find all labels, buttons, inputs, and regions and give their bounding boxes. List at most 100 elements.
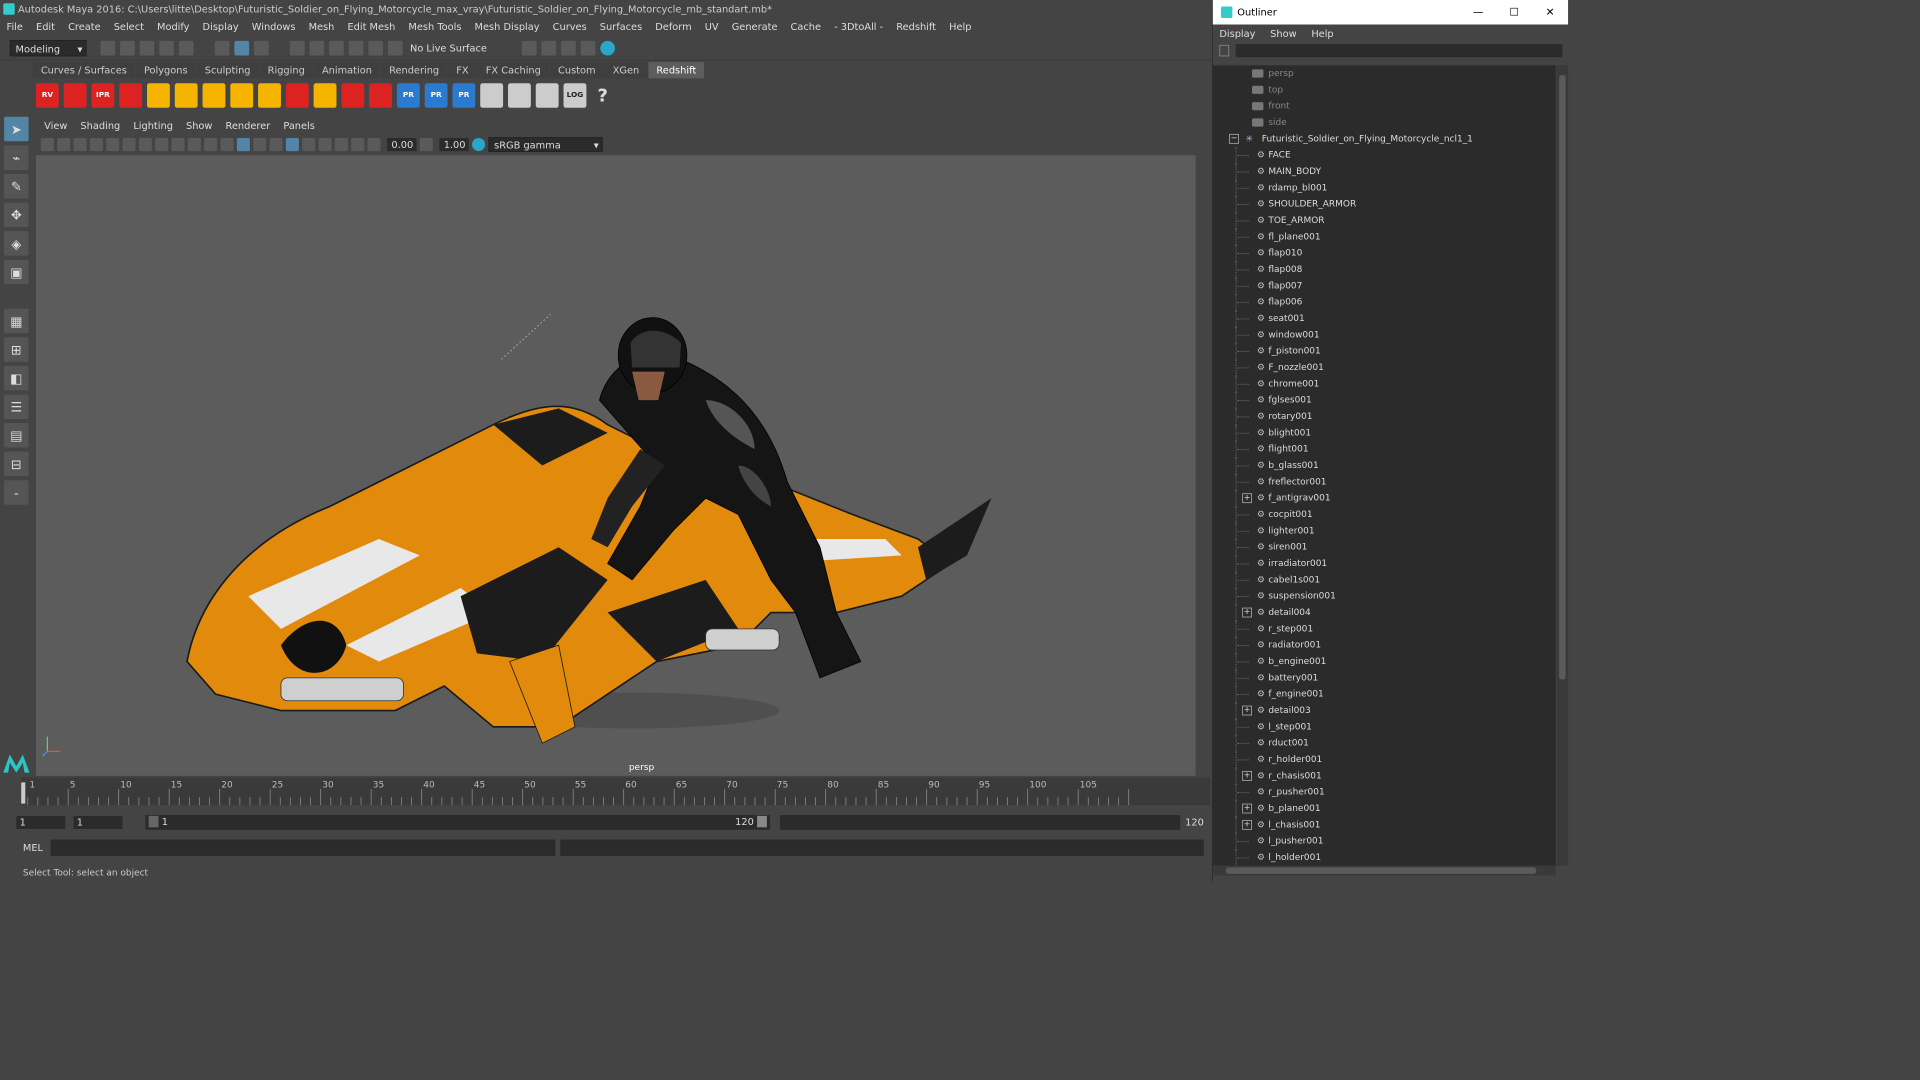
snap-grid-icon[interactable] — [289, 40, 305, 56]
panel-menu-panels[interactable]: Panels — [283, 120, 315, 131]
shelf-tab-redshift[interactable]: Redshift — [648, 62, 705, 79]
menu-cache[interactable]: Cache — [791, 21, 821, 32]
gamma-icon[interactable] — [419, 138, 433, 152]
outliner-camera-row[interactable]: top — [1213, 82, 1556, 98]
move-tool-icon[interactable]: ✥ — [4, 202, 29, 228]
expand-icon[interactable]: + — [1242, 770, 1253, 781]
outliner-item-row[interactable]: ⚙ F_nozzle001 — [1213, 359, 1556, 376]
wireframe-icon[interactable] — [220, 138, 234, 152]
scale-tool-icon[interactable]: ▣ — [4, 259, 29, 285]
outliner-item-row[interactable]: ⚙ SHOULDER_ARMOR — [1213, 196, 1556, 213]
outliner-item-row[interactable]: ⚙ blight001 — [1213, 424, 1556, 442]
outliner-item-row[interactable]: + ⚙ detail004 — [1213, 604, 1556, 621]
motion-blur-icon[interactable] — [334, 138, 348, 152]
redshift-shelf-icon[interactable] — [174, 83, 198, 108]
shadows-icon[interactable] — [302, 138, 316, 152]
outliner-item-row[interactable]: ⚙ b_engine001 — [1213, 653, 1556, 670]
outliner-item-row[interactable]: ⚙ flap008 — [1213, 261, 1556, 278]
gamma-field[interactable]: 1.00 — [439, 138, 469, 152]
range-start-handle[interactable] — [148, 815, 159, 828]
expand-icon[interactable]: + — [1242, 803, 1253, 814]
anim-start-field[interactable]: 1 — [16, 815, 66, 829]
menu-edit[interactable]: Edit — [36, 21, 55, 32]
redshift-shelf-icon[interactable]: IPR — [91, 83, 115, 108]
menu-curves[interactable]: Curves — [553, 21, 587, 32]
layout-custom-icon[interactable]: ⊟ — [4, 451, 29, 477]
render-frame-icon[interactable] — [541, 40, 557, 56]
undo-icon[interactable] — [159, 40, 174, 56]
outliner-item-row[interactable]: + ⚙ b_plane001 — [1213, 800, 1556, 817]
redshift-shelf-icon[interactable]: PR — [424, 83, 448, 108]
shelf-tab-fx-caching[interactable]: FX Caching — [477, 62, 550, 79]
open-scene-icon[interactable] — [120, 40, 135, 56]
outliner-item-row[interactable]: ⚙ siren001 — [1213, 539, 1556, 556]
menu-windows[interactable]: Windows — [252, 21, 296, 32]
collapse-icon[interactable]: − — [1229, 133, 1239, 144]
shelf-tab-xgen[interactable]: XGen — [604, 62, 648, 79]
panel-menu-shading[interactable]: Shading — [80, 120, 120, 131]
film-gate-icon[interactable] — [122, 138, 136, 152]
select-tool-icon[interactable]: ➤ — [4, 116, 29, 142]
menu-3dtoall[interactable]: - 3DtoAll - — [834, 21, 883, 32]
menu-select[interactable]: Select — [114, 21, 144, 32]
expand-icon[interactable]: + — [1242, 493, 1253, 504]
outliner-item-row[interactable]: + ⚙ f_antigrav001 — [1213, 490, 1556, 507]
grid-icon[interactable] — [106, 138, 120, 152]
select-component-icon[interactable] — [253, 40, 269, 56]
outliner-menu-display[interactable]: Display — [1219, 28, 1255, 39]
gate-mask-icon[interactable] — [155, 138, 169, 152]
exposure-field[interactable]: 0.00 — [387, 138, 417, 152]
new-scene-icon[interactable] — [100, 40, 116, 56]
menu-edit-mesh[interactable]: Edit Mesh — [347, 21, 395, 32]
outliner-item-row[interactable]: ⚙ l_holder001 — [1213, 849, 1556, 866]
minimize-icon[interactable]: — — [1460, 6, 1496, 18]
outliner-menu-help[interactable]: Help — [1311, 28, 1333, 39]
shelf-tab-fx[interactable]: FX — [448, 62, 477, 79]
menu-mesh-display[interactable]: Mesh Display — [475, 21, 540, 32]
outliner-item-row[interactable]: ⚙ suspension001 — [1213, 588, 1556, 605]
shelf-tab-rendering[interactable]: Rendering — [380, 62, 448, 79]
outliner-item-row[interactable]: ⚙ b_glass001 — [1213, 457, 1556, 474]
textured-icon[interactable] — [253, 138, 267, 152]
menu-display[interactable]: Display — [203, 21, 239, 32]
colorspace-dropdown[interactable]: sRGB gamma ▾ — [488, 137, 603, 152]
outliner-item-row[interactable]: ⚙ rduct001 — [1213, 735, 1556, 752]
outliner-item-row[interactable]: ⚙ r_holder001 — [1213, 751, 1556, 768]
save-scene-icon[interactable] — [139, 40, 155, 56]
menu-file[interactable]: File — [7, 21, 23, 32]
select-hierarchy-icon[interactable] — [214, 40, 230, 56]
outliner-root-row[interactable]: − ✳ Futuristic_Soldier_on_Flying_Motorcycl… — [1213, 131, 1556, 147]
panel-menu-lighting[interactable]: Lighting — [133, 120, 173, 131]
redshift-shelf-icon[interactable]: LOG — [563, 83, 587, 108]
outliner-item-row[interactable]: ⚙ lighter001 — [1213, 522, 1556, 540]
playback-start-field[interactable]: 1 — [73, 815, 123, 829]
use-lights-icon[interactable] — [269, 138, 283, 152]
outliner-item-row[interactable]: ⚙ cabel1s001 — [1213, 571, 1556, 589]
color-management-icon[interactable] — [472, 138, 486, 152]
redshift-shelf-icon[interactable] — [507, 83, 531, 108]
menu-mesh[interactable]: Mesh — [309, 21, 335, 32]
outliner-camera-row[interactable]: persp — [1213, 65, 1556, 81]
outliner-item-row[interactable]: ⚙ MAIN_BODY — [1213, 163, 1556, 180]
outliner-item-row[interactable]: ⚙ seat001 — [1213, 310, 1556, 327]
outliner-item-row[interactable]: ⚙ TOE_ARMOR — [1213, 212, 1556, 229]
redshift-shelf-icon[interactable]: ? — [591, 83, 615, 108]
outliner-item-row[interactable]: ⚙ rotary001 — [1213, 408, 1556, 425]
outliner-item-row[interactable]: ⚙ flap006 — [1213, 294, 1556, 311]
ipr-render-icon[interactable] — [561, 40, 576, 56]
snap-center-icon[interactable] — [387, 40, 403, 56]
outliner-item-row[interactable]: ⚙ f_engine001 — [1213, 686, 1556, 703]
outliner-item-row[interactable]: ⚙ fl_plane001 — [1213, 228, 1556, 246]
layout-side-icon[interactable]: ◧ — [4, 365, 29, 391]
outliner-camera-row[interactable]: front — [1213, 98, 1556, 114]
redshift-shelf-icon[interactable] — [230, 83, 254, 108]
outliner-item-row[interactable]: + ⚙ r_chasis001 — [1213, 767, 1556, 785]
playback-end-box[interactable] — [779, 815, 1181, 830]
redshift-shelf-icon[interactable]: RV — [35, 83, 59, 108]
safe-title-icon[interactable] — [204, 138, 218, 152]
outliner-search-input[interactable] — [1235, 44, 1563, 58]
layout-four-icon[interactable]: ⊞ — [4, 337, 29, 362]
menu-generate[interactable]: Generate — [732, 21, 778, 32]
outliner-item-row[interactable]: ⚙ flight001 — [1213, 441, 1556, 458]
layout-stack-icon[interactable]: ▤ — [4, 423, 29, 448]
